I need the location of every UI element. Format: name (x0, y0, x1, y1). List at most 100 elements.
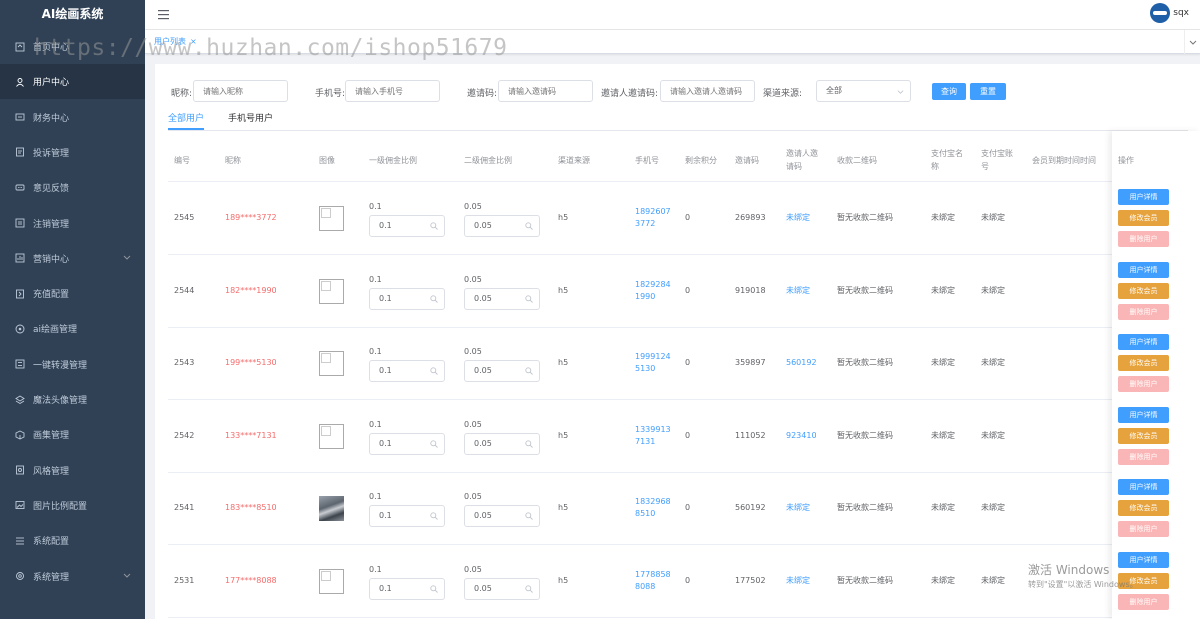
cell-phone[interactable]: 17788588088 (635, 569, 675, 593)
rate1-input[interactable]: 0.1 (369, 287, 445, 310)
user-detail-button[interactable]: 用户详情 (1118, 334, 1169, 350)
rate2-input[interactable]: 0.05 (464, 215, 540, 237)
user-detail-button[interactable]: 用户详情 (1118, 189, 1169, 205)
cell-inviter-code[interactable]: 923410 (786, 430, 817, 442)
cell-rate2-value: 0.05 (464, 274, 482, 284)
sidebar-item-4[interactable]: 意见反馈 (0, 170, 145, 205)
search-icon (525, 584, 533, 593)
phone-input[interactable] (345, 80, 440, 102)
edit-member-button[interactable]: 修改会员 (1118, 355, 1169, 371)
layers-icon (15, 394, 25, 405)
sidebar-item-6[interactable]: 营销中心 (0, 241, 145, 276)
search-icon (430, 222, 438, 230)
search-icon (525, 222, 533, 230)
sidebar-item-label: 首页中心 (33, 43, 70, 53)
cell-id: 2531 (174, 575, 195, 585)
cell-qrcode: 暂无收款二维码 (837, 503, 893, 512)
cell-phone[interactable]: 18926073772 (635, 206, 675, 230)
cell-phone[interactable]: 13399137131 (635, 424, 675, 448)
channel-select[interactable]: 全部 (816, 80, 911, 102)
channel-label: 渠道来源: (763, 89, 803, 99)
chevron-down-icon (897, 90, 904, 94)
rate1-input[interactable]: 0.1 (369, 215, 445, 237)
hamburger-icon[interactable] (158, 9, 169, 20)
chevron-down-icon (123, 573, 131, 578)
sidebar-item-0[interactable]: 首页中心 (0, 29, 145, 64)
cell-rate1-value: 0.1 (369, 347, 382, 356)
edit-member-button[interactable]: 修改会员 (1118, 210, 1169, 226)
sidebar-item-1[interactable]: 用户中心 (0, 64, 145, 100)
user-detail-button[interactable]: 用户详情 (1118, 479, 1169, 495)
sidebar-item-5[interactable]: 注销管理 (0, 206, 145, 241)
rate2-input[interactable]: 0.05 (464, 577, 540, 600)
sidebar-item-label: 充值配置 (33, 290, 70, 301)
sidebar-item-8[interactable]: ai绘画管理 (0, 311, 145, 346)
cell-phone[interactable]: 18329688510 (635, 496, 675, 520)
cell-rate2-value: 0.05 (464, 202, 482, 211)
tab-tag-user-list[interactable]: 用户列表 × (154, 36, 197, 47)
cell-qrcode: 暂无收款二维码 (837, 430, 893, 440)
cell-points: 0 (685, 430, 691, 440)
header-divider (168, 181, 1200, 182)
edit-member-button[interactable]: 修改会员 (1118, 427, 1169, 444)
sidebar-item-7[interactable]: 充值配置 (0, 276, 145, 311)
delete-user-button[interactable]: 删除用户 (1118, 376, 1169, 392)
sidebar-item-14[interactable]: 系统配置 (0, 523, 145, 558)
search-button[interactable]: 查询 (932, 83, 966, 100)
rate1-input[interactable]: 0.1 (369, 505, 445, 527)
tab-phone-users[interactable]: 手机号用户 (228, 111, 273, 124)
cell-rate2-value: 0.05 (464, 564, 482, 574)
delete-user-button[interactable]: 删除用户 (1118, 303, 1169, 320)
inviter-code-input[interactable] (660, 80, 755, 102)
sidebar-item-2[interactable]: 财务中心 (0, 100, 145, 135)
edit-member-button[interactable]: 修改会员 (1118, 500, 1169, 516)
rate2-input[interactable]: 0.05 (464, 287, 540, 310)
search-icon (430, 294, 438, 303)
settings-icon (15, 571, 25, 581)
sidebar-item-12[interactable]: 风格管理 (0, 453, 145, 488)
cell-alipay-account: 未绑定 (981, 575, 1005, 585)
image-ratio-icon (15, 500, 25, 510)
rate1-input[interactable]: 0.1 (369, 432, 445, 455)
reset-button[interactable]: 重置 (970, 83, 1006, 100)
sidebar-item-9[interactable]: 一键转漫管理 (0, 347, 145, 382)
nickname-input[interactable] (193, 80, 288, 102)
delete-user-button[interactable]: 删除用户 (1118, 448, 1169, 465)
delete-user-button[interactable]: 删除用户 (1118, 521, 1169, 537)
avatar[interactable] (1150, 3, 1170, 23)
delete-user-button[interactable]: 删除用户 (1118, 231, 1169, 247)
rate2-input[interactable]: 0.05 (464, 432, 540, 455)
row-divider (168, 254, 1200, 255)
cell-rate1-value: 0.1 (369, 419, 382, 429)
sidebar-item-10[interactable]: 魔法头像管理 (0, 382, 145, 417)
username[interactable]: sqx (1173, 8, 1189, 18)
close-icon[interactable]: × (190, 37, 197, 46)
box-icon (15, 430, 25, 440)
cell-phone[interactable]: 18292841990 (635, 279, 675, 303)
user-icon (15, 77, 25, 87)
cell-alipay-account: 未绑定 (981, 358, 1005, 367)
sidebar-item-3[interactable]: 投诉管理 (0, 135, 145, 170)
cell-inviter-code[interactable]: 560192 (786, 357, 817, 369)
sidebar-item-11[interactable]: 画集管理 (0, 417, 145, 452)
tags-dropdown[interactable] (1184, 30, 1200, 54)
cell-phone[interactable]: 19991245130 (635, 351, 675, 375)
sidebar-item-label: 意见反馈 (33, 184, 70, 195)
header-alipay-account: 支付宝账号 (981, 149, 1013, 171)
sidebar-item-15[interactable]: 系统管理 (0, 559, 145, 594)
user-detail-button[interactable]: 用户详情 (1118, 551, 1169, 568)
user-detail-button[interactable]: 用户详情 (1118, 261, 1169, 278)
search-icon (430, 584, 438, 593)
sidebar-item-13[interactable]: 图片比例配置 (0, 488, 145, 523)
rate1-input[interactable]: 0.1 (369, 577, 445, 600)
edit-member-button[interactable]: 修改会员 (1118, 282, 1169, 299)
rate2-input[interactable]: 0.05 (464, 360, 540, 382)
tab-all-users[interactable]: 全部用户 (168, 111, 204, 124)
user-detail-button[interactable]: 用户详情 (1118, 406, 1169, 423)
delete-user-button[interactable]: 删除用户 (1118, 593, 1169, 610)
rate2-input[interactable]: 0.05 (464, 505, 540, 527)
avatar-image (319, 496, 344, 521)
rate1-input[interactable]: 0.1 (369, 360, 445, 382)
cell-alipay-name: 未绑定 (931, 213, 955, 222)
invite-code-input[interactable] (498, 80, 593, 102)
